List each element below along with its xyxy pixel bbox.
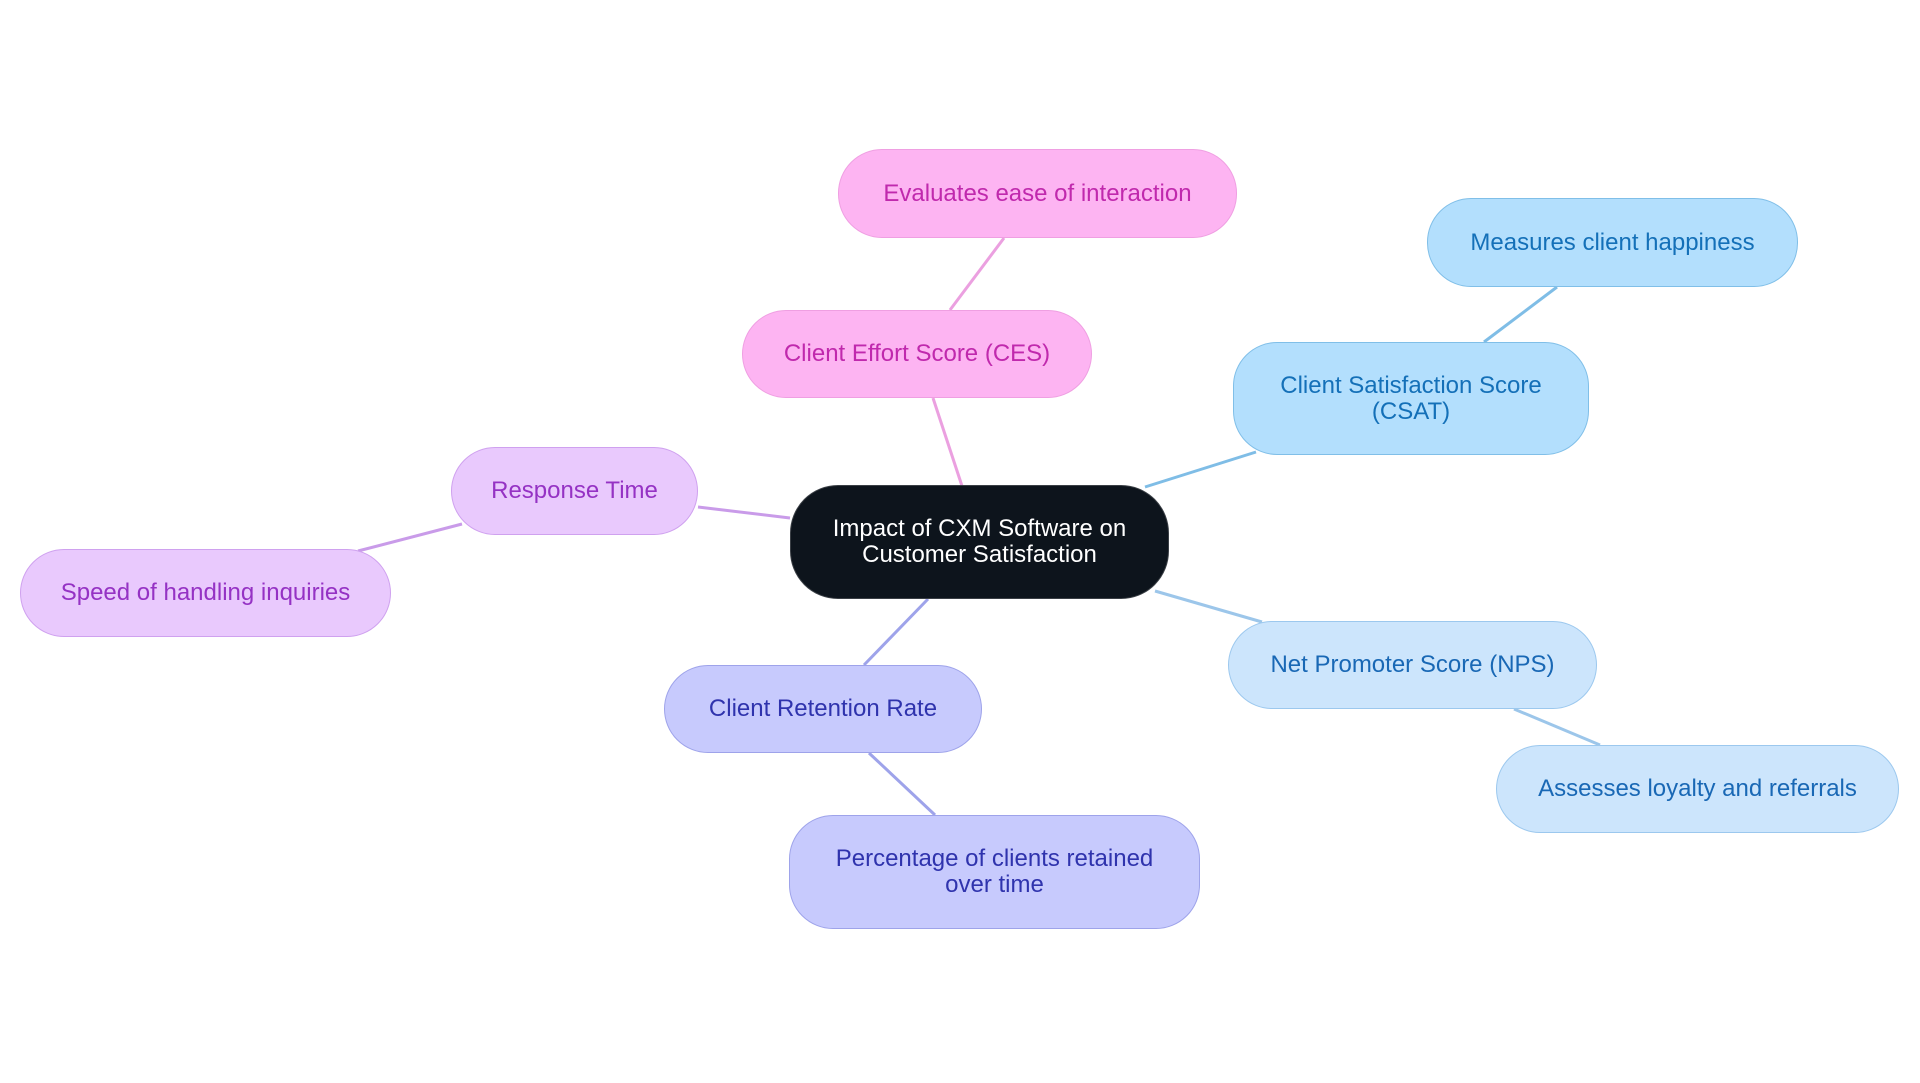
node-ces-desc-label: Evaluates ease of interaction <box>883 179 1192 207</box>
root-label-line-1: Impact of CXM Software on <box>832 515 1127 542</box>
node-retention-desc[interactable]: Percentage of clients retained over time <box>789 815 1200 929</box>
node-retention-desc-label: Percentage of clients retained over time <box>836 846 1154 898</box>
retention-desc-line-1: Percentage of clients retained <box>835 845 1154 872</box>
node-response[interactable]: Response Time <box>451 447 698 535</box>
node-ces[interactable]: Client Effort Score (CES) <box>742 310 1092 398</box>
node-nps-desc-label: Assesses loyalty and referrals <box>1538 775 1857 802</box>
edge-nps-desc <box>1513 707 1601 747</box>
edge-csat-desc <box>1483 285 1558 344</box>
node-response-desc-label: Speed of handling inquiries <box>60 579 351 606</box>
root-label-line-2: Customer Satisfaction <box>862 541 1097 568</box>
edge-root-nps <box>1154 589 1263 624</box>
retention-desc-line-2: over time <box>945 871 1044 898</box>
edge-root-response <box>697 505 791 520</box>
node-nps[interactable]: Net Promoter Score (NPS) <box>1228 621 1597 709</box>
node-csat-desc[interactable]: Measures client happiness <box>1427 198 1798 287</box>
node-nps-label: Net Promoter Score (NPS) <box>1270 651 1555 678</box>
node-retention[interactable]: Client Retention Rate <box>664 665 982 753</box>
edge-root-csat <box>1144 450 1257 489</box>
node-csat-desc-label: Measures client happiness <box>1470 228 1755 256</box>
node-nps-desc[interactable]: Assesses loyalty and referrals <box>1496 745 1899 833</box>
root-node-label: Impact of CXM Software on Customer Satis… <box>833 516 1126 568</box>
node-response-label: Response Time <box>491 477 658 504</box>
edge-root-ces <box>931 397 964 487</box>
edge-ces-desc <box>948 237 1006 311</box>
edge-response-desc <box>357 522 463 553</box>
node-csat[interactable]: Client Satisfaction Score (CSAT) <box>1233 342 1589 455</box>
edge-root-retention <box>862 597 930 667</box>
node-ces-label: Client Effort Score (CES) <box>783 340 1051 367</box>
node-ces-desc[interactable]: Evaluates ease of interaction <box>838 149 1237 238</box>
node-csat-label: Client Satisfaction Score (CSAT) <box>1280 371 1542 425</box>
edge-retention-desc <box>867 751 937 817</box>
csat-label-line-1: Client Satisfaction Score <box>1280 371 1542 399</box>
node-retention-label: Client Retention Rate <box>708 695 938 722</box>
node-response-desc[interactable]: Speed of handling inquiries <box>20 549 391 637</box>
csat-label-line-2: (CSAT) <box>1371 397 1451 425</box>
root-node[interactable]: Impact of CXM Software on Customer Satis… <box>790 485 1169 599</box>
